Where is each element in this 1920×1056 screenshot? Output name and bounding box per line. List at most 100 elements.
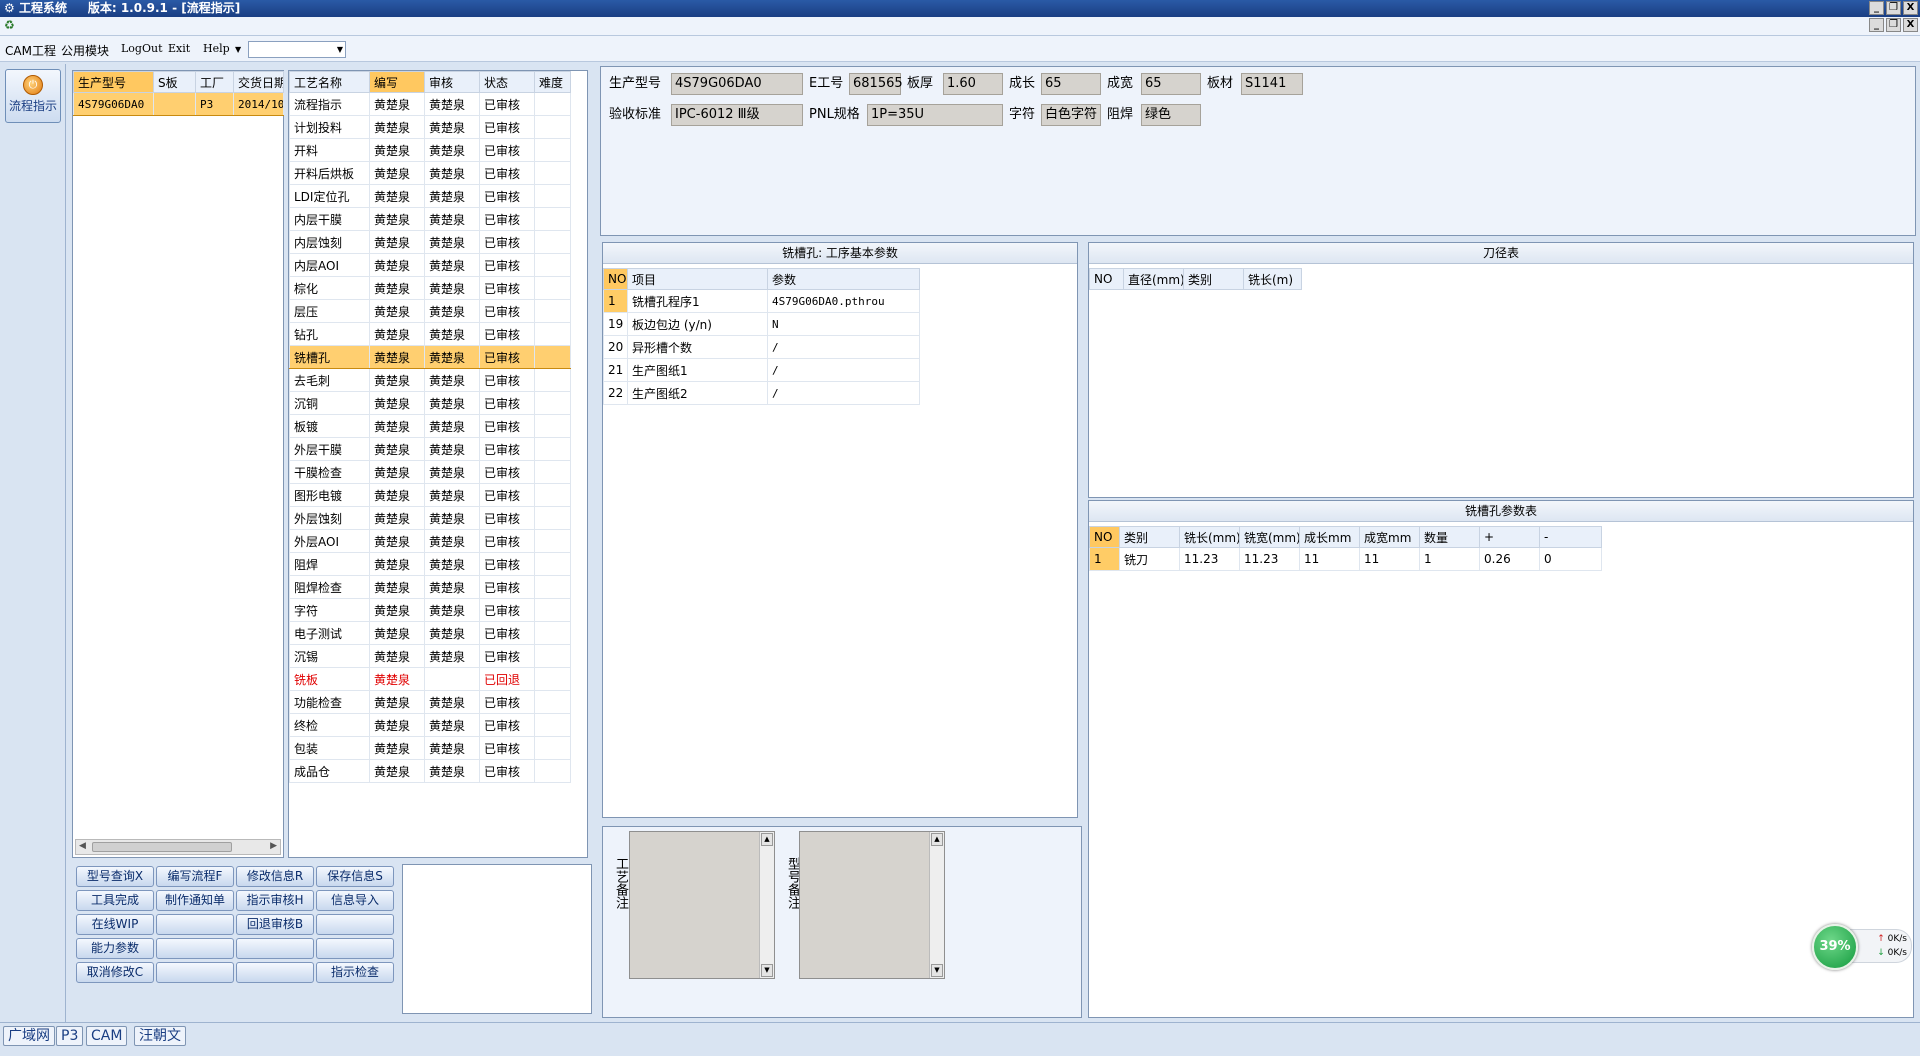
table-row[interactable]: LDI定位孔 黄楚泉 黄楚泉 已审核 (289, 184, 571, 208)
writer-cell[interactable]: 黄楚泉 (369, 713, 425, 737)
difficulty-cell[interactable] (534, 299, 571, 323)
mdi-minimize-button[interactable]: _ (1869, 18, 1884, 32)
slot-cell[interactable]: 11.23 (1239, 547, 1300, 571)
no-cell[interactable]: 22 (603, 381, 628, 405)
reviewer-cell[interactable]: 黄楚泉 (424, 598, 480, 622)
scroll-up-icon[interactable]: ▲ (761, 833, 773, 846)
reviewer-cell[interactable]: 黄楚泉 (424, 184, 480, 208)
item-cell[interactable]: 生产图纸1 (627, 358, 768, 382)
action-button[interactable]: 能力参数 (76, 938, 154, 959)
difficulty-cell[interactable] (534, 92, 571, 116)
process-name-cell[interactable]: 外层干膜 (289, 437, 370, 461)
width-field[interactable]: 65 (1141, 73, 1201, 95)
table-row[interactable]: 板镀 黄楚泉 黄楚泉 已审核 (289, 414, 571, 438)
difficulty-cell[interactable] (534, 345, 571, 369)
status-cell[interactable]: 已审核 (479, 713, 535, 737)
status-cell[interactable]: 已审核 (479, 368, 535, 392)
memo-scrollbar[interactable]: ▲ ▼ (759, 832, 774, 978)
mdi-close-button[interactable]: X (1903, 18, 1918, 32)
col-writer[interactable]: 编写 (369, 71, 425, 93)
reviewer-cell[interactable]: 黄楚泉 (424, 437, 480, 461)
char-field[interactable]: 白色字符 (1041, 104, 1101, 126)
reviewer-cell[interactable]: 黄楚泉 (424, 414, 480, 438)
difficulty-cell[interactable] (534, 437, 571, 461)
reviewer-cell[interactable]: 黄楚泉 (424, 460, 480, 484)
table-row[interactable]: 开料后烘板 黄楚泉 黄楚泉 已审核 (289, 161, 571, 185)
col-no[interactable]: NO (1089, 268, 1124, 290)
model-note-memo[interactable]: ▲ ▼ (799, 831, 945, 979)
writer-cell[interactable]: 黄楚泉 (369, 92, 425, 116)
col-mill-length[interactable]: 铣长(m) (1243, 268, 1302, 290)
param-cell[interactable]: / (767, 335, 920, 359)
difficulty-cell[interactable] (534, 736, 571, 760)
difficulty-cell[interactable] (534, 230, 571, 254)
writer-cell[interactable]: 黄楚泉 (369, 552, 425, 576)
writer-cell[interactable]: 黄楚泉 (369, 253, 425, 277)
difficulty-cell[interactable] (534, 414, 571, 438)
status-cell[interactable]: 已审核 (479, 552, 535, 576)
writer-cell[interactable]: 黄楚泉 (369, 529, 425, 553)
empty-button[interactable] (236, 962, 314, 983)
status-cell[interactable]: 已审核 (479, 759, 535, 783)
status-cell[interactable]: 已审核 (479, 506, 535, 530)
chevron-down-icon[interactable]: ▼ (337, 45, 343, 54)
writer-cell[interactable]: 黄楚泉 (369, 644, 425, 668)
reviewer-cell[interactable]: 黄楚泉 (424, 230, 480, 254)
no-cell[interactable]: 20 (603, 335, 628, 359)
writer-cell[interactable]: 黄楚泉 (369, 230, 425, 254)
slot-col-header[interactable]: 铣长(mm) (1179, 526, 1240, 548)
slot-col-header[interactable]: + (1479, 526, 1540, 548)
difficulty-cell[interactable] (534, 690, 571, 714)
difficulty-cell[interactable] (534, 759, 571, 783)
slot-col-header[interactable]: 成宽mm (1359, 526, 1420, 548)
table-row[interactable]: 阻焊检查 黄楚泉 黄楚泉 已审核 (289, 575, 571, 599)
slot-cell[interactable]: 1 (1419, 547, 1480, 571)
table-row[interactable]: 成品仓 黄楚泉 黄楚泉 已审核 (289, 759, 571, 783)
reviewer-cell[interactable]: 黄楚泉 (424, 138, 480, 162)
action-button[interactable]: 回退审核B (236, 914, 314, 935)
writer-cell[interactable]: 黄楚泉 (369, 483, 425, 507)
col-difficulty[interactable]: 难度 (534, 71, 571, 93)
col-reviewer[interactable]: 审核 (424, 71, 480, 93)
process-name-cell[interactable]: 沉锡 (289, 644, 370, 668)
slot-col-header[interactable]: 铣宽(mm) (1239, 526, 1300, 548)
writer-cell[interactable]: 黄楚泉 (369, 391, 425, 415)
reviewer-cell[interactable]: 黄楚泉 (424, 299, 480, 323)
slot-col-header[interactable]: 数量 (1419, 526, 1480, 548)
writer-cell[interactable]: 黄楚泉 (369, 115, 425, 139)
difficulty-cell[interactable] (534, 575, 571, 599)
status-module[interactable]: CAM (86, 1026, 128, 1046)
action-button[interactable]: 编写流程F (156, 866, 234, 887)
table-row[interactable]: 19 板边包边 (y/n) N (603, 312, 920, 336)
reviewer-cell[interactable]: 黄楚泉 (424, 322, 480, 346)
writer-cell[interactable]: 黄楚泉 (369, 345, 425, 369)
writer-cell[interactable]: 黄楚泉 (369, 437, 425, 461)
col-item[interactable]: 项目 (627, 268, 768, 290)
difficulty-cell[interactable] (534, 552, 571, 576)
memo-scrollbar[interactable]: ▲ ▼ (929, 832, 944, 978)
status-cell[interactable]: 已审核 (479, 437, 535, 461)
reviewer-cell[interactable] (424, 667, 480, 691)
writer-cell[interactable]: 黄楚泉 (369, 414, 425, 438)
table-row[interactable]: 沉锡 黄楚泉 黄楚泉 已审核 (289, 644, 571, 668)
close-button[interactable]: X (1903, 1, 1918, 15)
table-row[interactable]: 22 生产图纸2/ (603, 381, 920, 405)
table-row[interactable]: 棕化 黄楚泉 黄楚泉 已审核 (289, 276, 571, 300)
status-cell[interactable]: 已审核 (479, 575, 535, 599)
process-name-cell[interactable]: 阻焊检查 (289, 575, 370, 599)
table-row[interactable]: 1 铣刀 11.23 11.23 11 11 1 0.26 0 (1089, 547, 1602, 571)
param-cell[interactable]: 4S79G06DA0.pthrou (767, 289, 920, 313)
difficulty-cell[interactable] (534, 184, 571, 208)
reviewer-cell[interactable]: 黄楚泉 (424, 575, 480, 599)
action-button[interactable]: 保存信息S (316, 866, 394, 887)
status-cell[interactable]: 已审核 (479, 138, 535, 162)
action-button[interactable]: 指示审核H (236, 890, 314, 911)
process-name-cell[interactable]: 功能检查 (289, 690, 370, 714)
col-status[interactable]: 状态 (479, 71, 535, 93)
model-field[interactable]: 4S79G06DA0 (671, 73, 803, 95)
table-row[interactable]: 包装 黄楚泉 黄楚泉 已审核 (289, 736, 571, 760)
status-cell[interactable]: 已审核 (479, 115, 535, 139)
difficulty-cell[interactable] (534, 460, 571, 484)
status-cell[interactable]: 已审核 (479, 230, 535, 254)
process-name-cell[interactable]: 板镀 (289, 414, 370, 438)
